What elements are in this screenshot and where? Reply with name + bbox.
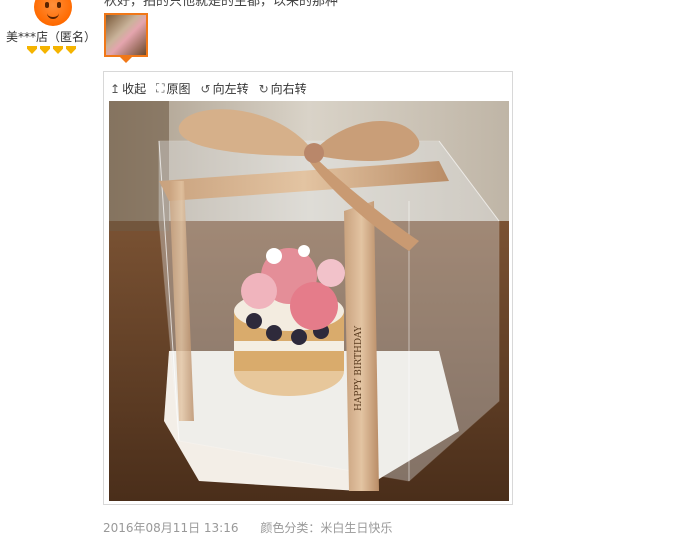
diamond-icon xyxy=(27,46,37,54)
photo-toolbar: ↥ 收起 ⛶ 原图 ↺ 向左转 ↻ 向右转 xyxy=(110,80,307,97)
avatar-eye xyxy=(45,2,49,8)
avatar-mouth xyxy=(47,12,59,19)
rotate-left-icon: ↺ xyxy=(200,81,211,96)
avatar-eye xyxy=(57,2,61,8)
original-label: 原图 xyxy=(166,82,191,96)
review-meta: 2016年08月11日 13:16 颜色分类：米白生日快乐 xyxy=(103,519,392,536)
reviewer-level-badges xyxy=(27,46,76,54)
review-photo[interactable]: HAPPY BIRTHDAY xyxy=(109,101,509,501)
review-date: 2016年08月11日 13:16 xyxy=(103,521,239,535)
original-image-button[interactable]: ⛶ 原图 xyxy=(156,80,190,97)
cake-box-photo: HAPPY BIRTHDAY xyxy=(109,101,509,501)
avatar[interactable] xyxy=(34,0,72,26)
reviewer-name: 美***店（匿名） xyxy=(6,30,97,44)
collapse-label: 收起 xyxy=(122,82,147,96)
photo-viewer: ↥ 收起 ⛶ 原图 ↺ 向左转 ↻ 向右转 HAPPY BIRTHDAY xyxy=(103,71,513,505)
rotate-left-label: 向左转 xyxy=(212,82,249,96)
rotate-right-icon: ↻ xyxy=(258,81,269,96)
collapse-arrow-icon: ↥ xyxy=(110,81,121,96)
collapse-button[interactable]: ↥ 收起 xyxy=(110,80,146,97)
fullscreen-icon: ⛶ xyxy=(156,81,165,95)
photo-thumbnail[interactable] xyxy=(104,13,148,57)
ribbon-text: HAPPY BIRTHDAY xyxy=(354,325,364,411)
thumbnail-pointer xyxy=(120,57,132,63)
diamond-icon xyxy=(53,46,63,54)
reviewer-info: 美***店（匿名） xyxy=(0,0,100,70)
rotate-right-label: 向右转 xyxy=(270,82,307,96)
diamond-icon xyxy=(40,46,50,54)
rotate-right-button[interactable]: ↻ 向右转 xyxy=(259,80,307,97)
color-category: 颜色分类：米白生日快乐 xyxy=(260,521,393,535)
rotate-left-button[interactable]: ↺ 向左转 xyxy=(201,80,249,97)
review-text: 秋好，拍的只他就是的主都，以来的那种 xyxy=(104,0,339,9)
diamond-icon xyxy=(66,46,76,54)
